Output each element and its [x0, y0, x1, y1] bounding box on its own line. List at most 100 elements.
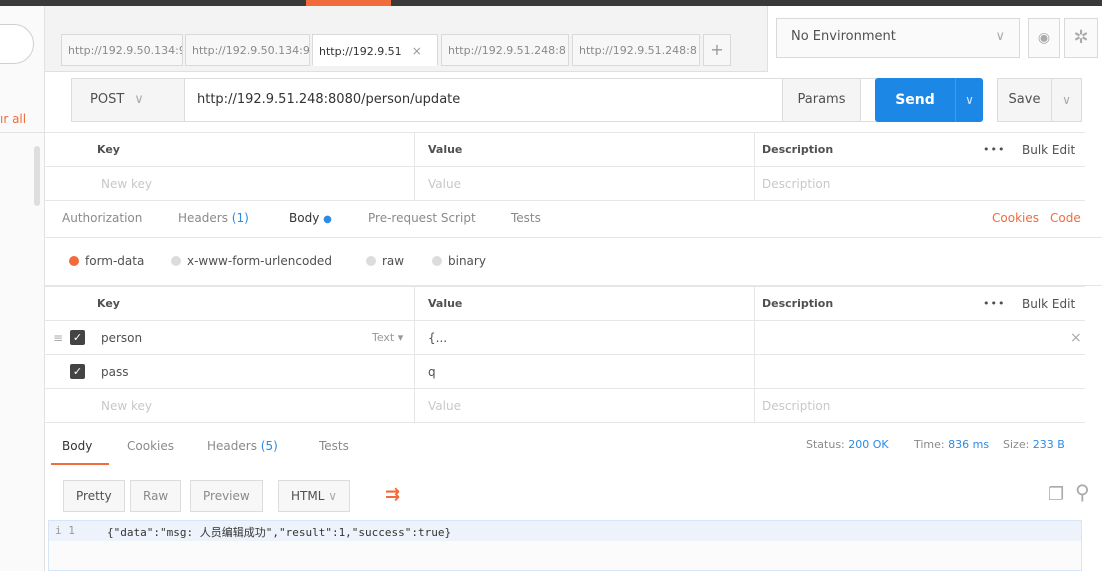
radio-label: binary	[448, 254, 486, 268]
response-body-line: {"data":"msg: 人员编辑成功","result":1,"succes…	[103, 521, 1081, 541]
table-row-new: New key Value Description	[45, 389, 1085, 423]
tab-request-2[interactable]: http://192.9.50.134:9	[185, 34, 310, 66]
status-label: Status:	[806, 438, 845, 451]
tab-label: Body	[289, 211, 320, 225]
view-raw-button[interactable]: Raw	[130, 480, 182, 512]
radio-label: form-data	[85, 254, 145, 268]
bulk-edit-link[interactable]: Bulk Edit	[1022, 287, 1075, 321]
sidebar-scrollbar[interactable]	[34, 146, 40, 206]
save-dropdown-button[interactable]: ∨	[1052, 78, 1082, 122]
wrap-lines-icon[interactable]: ⇉	[385, 484, 400, 505]
row-key[interactable]: pass	[101, 355, 128, 389]
body-type-selector: form-data x-www-form-urlencoded raw bina…	[45, 238, 1102, 286]
row-value[interactable]: q	[428, 355, 436, 389]
tab-headers[interactable]: Headers (1)	[178, 211, 249, 225]
active-tab-underline	[51, 463, 109, 465]
more-icon[interactable]: •••	[983, 133, 1005, 167]
table-header-row: Key Value Description ••• Bulk Edit	[45, 133, 1085, 167]
environment-select[interactable]: No Environment ∨	[776, 18, 1020, 58]
new-description-input[interactable]: Description	[762, 389, 830, 423]
bulk-edit-link[interactable]: Bulk Edit	[1022, 133, 1075, 167]
method-select[interactable]: POST ∨	[71, 78, 185, 122]
radio-icon	[171, 256, 181, 266]
status-value: 200 OK	[848, 438, 889, 451]
radio-binary[interactable]: binary	[432, 254, 486, 268]
checkbox[interactable]: ✓	[70, 364, 85, 379]
drag-handle-icon[interactable]: ≡	[53, 321, 63, 355]
tab-request-active[interactable]: http://192.9.51 ×	[312, 34, 438, 66]
count-badge: (5)	[260, 439, 278, 453]
add-tab-button[interactable]: +	[703, 34, 731, 66]
row-key[interactable]: person	[101, 321, 142, 355]
format-select[interactable]: HTML ∨	[278, 480, 351, 512]
tab-response-body[interactable]: Body	[62, 439, 92, 453]
close-icon[interactable]: ×	[412, 44, 422, 58]
tab-response-cookies[interactable]: Cookies	[127, 439, 174, 453]
dot-indicator-icon: ●	[323, 214, 332, 225]
params-button[interactable]: Params	[782, 78, 861, 122]
chevron-down-icon: ∨	[134, 92, 144, 107]
tab-label: http://192.9.51.248:8	[579, 44, 697, 57]
row-value[interactable]: {...	[428, 321, 447, 355]
cookies-link[interactable]: Cookies	[992, 211, 1039, 225]
left-sidebar: ır all	[0, 6, 45, 571]
new-description-input[interactable]: Description	[762, 167, 830, 201]
chevron-down-icon: ∨	[995, 29, 1005, 44]
radio-label: raw	[382, 254, 405, 268]
more-icon[interactable]: •••	[983, 287, 1005, 321]
sidebar-search-pill[interactable]	[0, 24, 34, 64]
tab-response-tests[interactable]: Tests	[319, 439, 349, 453]
tab-response-headers[interactable]: Headers (5)	[207, 439, 278, 453]
params-table: Key Value Description ••• Bulk Edit New …	[45, 132, 1085, 201]
radio-form-data[interactable]: form-data	[69, 254, 144, 268]
header-value: Value	[428, 297, 463, 310]
tab-prerequest-script[interactable]: Pre-request Script	[368, 211, 476, 225]
tab-request-4[interactable]: http://192.9.51.248:8	[441, 34, 569, 66]
tab-body[interactable]: Body ●	[289, 211, 332, 225]
eye-icon[interactable]: ◉	[1028, 18, 1060, 58]
response-body-editor[interactable]: i 1 {"data":"msg: 人员编辑成功","result":1,"su…	[48, 520, 1082, 571]
view-pretty-button[interactable]: Pretty	[63, 480, 125, 512]
new-key-input[interactable]: New key	[101, 389, 152, 423]
tab-authorization[interactable]: Authorization	[62, 211, 142, 225]
clear-all-link[interactable]: ır all	[0, 112, 26, 126]
table-row: ✓ pass q	[45, 355, 1085, 389]
table-row-new: New key Value Description	[45, 167, 1085, 201]
new-key-input[interactable]: New key	[101, 167, 152, 201]
radio-raw[interactable]: raw	[366, 254, 404, 268]
view-preview-button[interactable]: Preview	[190, 480, 263, 512]
send-button[interactable]: Send	[875, 78, 955, 122]
chevron-down-icon: ∨	[328, 489, 338, 503]
method-label: POST	[90, 92, 125, 107]
header-value: Value	[428, 143, 463, 156]
new-value-input[interactable]: Value	[428, 167, 461, 201]
new-value-input[interactable]: Value	[428, 389, 461, 423]
header-key: Key	[97, 297, 120, 310]
request-section-tabs: Authorization Headers (1) Body ● Pre-req…	[45, 202, 1102, 238]
tab-request-5[interactable]: http://192.9.51.248:8	[572, 34, 700, 66]
size-readout: Size: 233 B	[1003, 438, 1065, 451]
header-description: Description	[762, 143, 834, 156]
radio-urlencoded[interactable]: x-www-form-urlencoded	[171, 254, 332, 268]
format-label: HTML	[291, 489, 325, 503]
gear-icon[interactable]: ✲	[1064, 18, 1098, 58]
url-row: POST ∨ http://192.9.51.248:8080/person/up…	[45, 72, 1102, 130]
table-row: ≡ ✓ person Text ▾ {... ×	[45, 321, 1085, 355]
sidebar-divider	[0, 132, 45, 133]
type-select[interactable]: Text ▾	[372, 321, 403, 355]
radio-selected-icon	[69, 256, 79, 266]
time-readout: Time: 836 ms	[914, 438, 989, 451]
code-link[interactable]: Code	[1050, 211, 1081, 225]
save-button[interactable]: Save	[997, 78, 1052, 122]
checkbox[interactable]: ✓	[70, 330, 85, 345]
tab-tests[interactable]: Tests	[511, 211, 541, 225]
close-icon[interactable]: ×	[1070, 321, 1082, 355]
tab-request-1[interactable]: http://192.9.50.134:9	[61, 34, 183, 66]
environment-bar: No Environment ∨ ◉ ✲	[767, 6, 1102, 72]
tab-label: http://192.9.51	[319, 45, 402, 58]
search-icon[interactable]: ⚲	[1075, 480, 1090, 504]
header-description: Description	[762, 297, 834, 310]
status-readout: Status: 200 OK	[806, 438, 889, 451]
send-dropdown-button[interactable]: ∨	[955, 78, 983, 122]
copy-icon[interactable]: ❐	[1048, 484, 1064, 505]
